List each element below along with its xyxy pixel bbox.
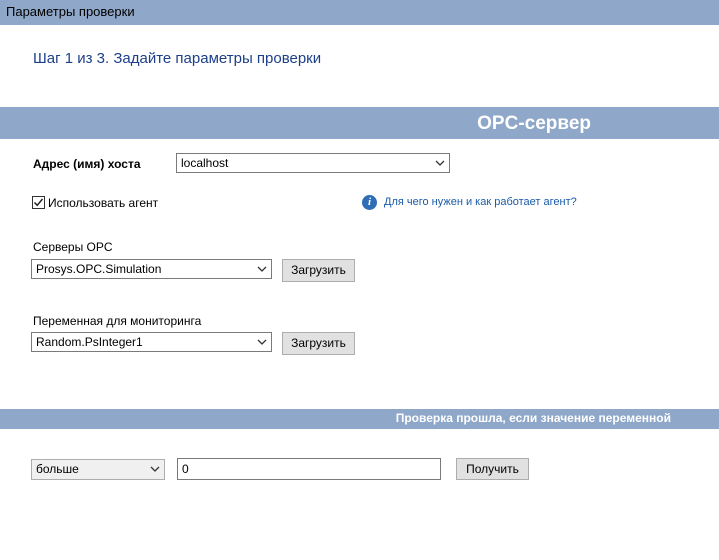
use-agent-label[interactable]: Использовать агент: [48, 196, 158, 210]
monitor-variable-value: Random.PsInteger1: [36, 335, 143, 349]
opc-section-title: OPC-сервер: [477, 113, 591, 134]
get-value-button[interactable]: Получить: [456, 458, 529, 480]
step-heading: Шаг 1 из 3. Задайте параметры проверки: [33, 50, 322, 67]
use-agent-checkbox[interactable]: [32, 196, 45, 209]
condition-operator-value: больше: [36, 462, 79, 476]
load-servers-button[interactable]: Загрузить: [282, 259, 355, 282]
chevron-down-icon: [150, 466, 160, 472]
opc-servers-combobox[interactable]: Prosys.OPC.Simulation: [31, 259, 272, 279]
chevron-down-icon: [435, 160, 445, 166]
condition-section-title: Проверка прошла, если значение переменно…: [395, 411, 671, 425]
host-combobox[interactable]: localhost: [176, 153, 450, 173]
info-icon: i: [362, 195, 377, 210]
condition-value-input[interactable]: 0: [177, 458, 441, 480]
window-title: Параметры проверки: [6, 4, 135, 19]
opc-servers-label: Серверы OPC: [33, 240, 113, 254]
chevron-down-icon: [257, 266, 267, 272]
monitor-variable-combobox[interactable]: Random.PsInteger1: [31, 332, 272, 352]
monitor-variable-label: Переменная для мониторинга: [33, 314, 202, 328]
host-value: localhost: [181, 156, 229, 170]
load-variable-button[interactable]: Загрузить: [282, 332, 355, 355]
chevron-down-icon: [257, 339, 267, 345]
opc-servers-value: Prosys.OPC.Simulation: [36, 262, 162, 276]
check-icon: [33, 198, 44, 207]
opc-section-header: [0, 107, 719, 139]
condition-operator-combobox[interactable]: больше: [31, 459, 165, 480]
host-label: Адрес (имя) хоста: [33, 157, 141, 171]
agent-help-link[interactable]: Для чего нужен и как работает агент?: [384, 196, 577, 208]
